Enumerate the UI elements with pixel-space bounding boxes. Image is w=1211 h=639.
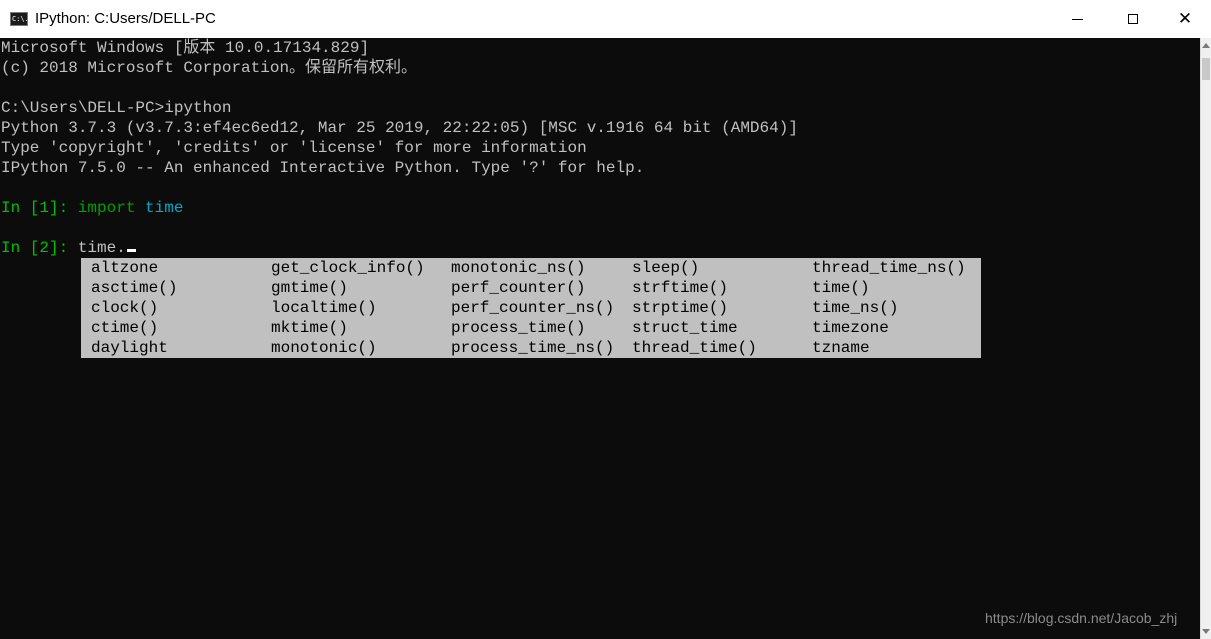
completion-item[interactable]: asctime() — [91, 278, 177, 298]
completion-item[interactable]: tzname — [812, 338, 870, 358]
module-name: time — [145, 199, 184, 217]
console-line: IPython 7.5.0 -- An enhanced Interactive… — [1, 159, 645, 177]
completion-item[interactable]: timezone — [812, 318, 889, 338]
completion-item[interactable]: time_ns() — [812, 298, 898, 318]
current-input[interactable]: time. — [78, 239, 126, 257]
close-button[interactable]: ✕ — [1159, 0, 1211, 38]
import-keyword: import — [77, 199, 136, 217]
completion-item[interactable]: clock() — [91, 298, 158, 318]
completion-item[interactable]: sleep() — [632, 258, 699, 278]
completion-item[interactable]: monotonic_ns() — [451, 258, 585, 278]
completion-popup[interactable]: altzone get_clock_info() monotonic_ns() sle… — [81, 258, 981, 358]
completion-item[interactable]: struct_time — [632, 318, 738, 338]
completion-item[interactable]: perf_counter() — [451, 278, 585, 298]
watermark: https://blog.csdn.net/Jacob_zhj — [985, 610, 1178, 626]
console-line: C:\Users\DELL-PC>ipython — [1, 99, 232, 117]
text-cursor — [126, 249, 136, 252]
scroll-down-icon[interactable] — [1202, 629, 1210, 634]
prompt-label: In [2]: — [1, 239, 78, 257]
completion-item[interactable]: process_time() — [451, 318, 585, 338]
console-line: (c) 2018 Microsoft Corporation。保留所有权利。 — [1, 59, 418, 77]
vertical-scrollbar[interactable] — [1200, 38, 1211, 639]
minimize-icon — [1071, 18, 1083, 20]
console-line: Microsoft Windows [版本 10.0.17134.829] — [1, 39, 370, 57]
console-output[interactable]: Microsoft Windows [版本 10.0.17134.829] (c… — [0, 38, 1200, 639]
maximize-icon — [1128, 14, 1138, 24]
close-icon: ✕ — [1177, 8, 1193, 29]
console-icon[interactable]: C:\. — [10, 12, 28, 26]
scroll-thumb[interactable] — [1202, 58, 1210, 80]
completion-item[interactable]: gmtime() — [271, 278, 348, 298]
completion-item[interactable]: strftime() — [632, 278, 728, 298]
input-line-2[interactable]: In [2]: time. — [1, 238, 136, 258]
maximize-button[interactable] — [1107, 0, 1159, 38]
completion-item[interactable]: localtime() — [271, 298, 377, 318]
completion-item[interactable]: strptime() — [632, 298, 728, 318]
title-bar[interactable]: C:\. IPython: C:Users/DELL-PC ✕ — [0, 0, 1211, 39]
completion-item[interactable]: mktime() — [271, 318, 348, 338]
console-line: Type 'copyright', 'credits' or 'license'… — [1, 139, 587, 157]
completion-item[interactable]: daylight — [91, 338, 168, 358]
scroll-up-icon[interactable] — [1202, 43, 1210, 48]
completion-item[interactable]: altzone — [91, 258, 158, 278]
completion-item[interactable]: time() — [812, 278, 870, 298]
prompt-label: In [1]: — [1, 199, 78, 217]
minimize-button[interactable] — [1051, 0, 1103, 38]
completion-item[interactable]: get_clock_info() — [271, 258, 425, 278]
input-line-1: In [1]: import time — [1, 198, 183, 218]
completion-item[interactable]: monotonic() — [271, 338, 377, 358]
completion-item[interactable]: thread_time_ns() — [812, 258, 966, 278]
completion-item[interactable]: ctime() — [91, 318, 158, 338]
completion-item[interactable]: perf_counter_ns() — [451, 298, 614, 318]
completion-item[interactable]: thread_time() — [632, 338, 757, 358]
completion-item[interactable]: process_time_ns() — [451, 338, 614, 358]
window-title: IPython: C:Users/DELL-PC — [35, 10, 216, 27]
console-line: Python 3.7.3 (v3.7.3:ef4ec6ed12, Mar 25 … — [1, 119, 798, 137]
